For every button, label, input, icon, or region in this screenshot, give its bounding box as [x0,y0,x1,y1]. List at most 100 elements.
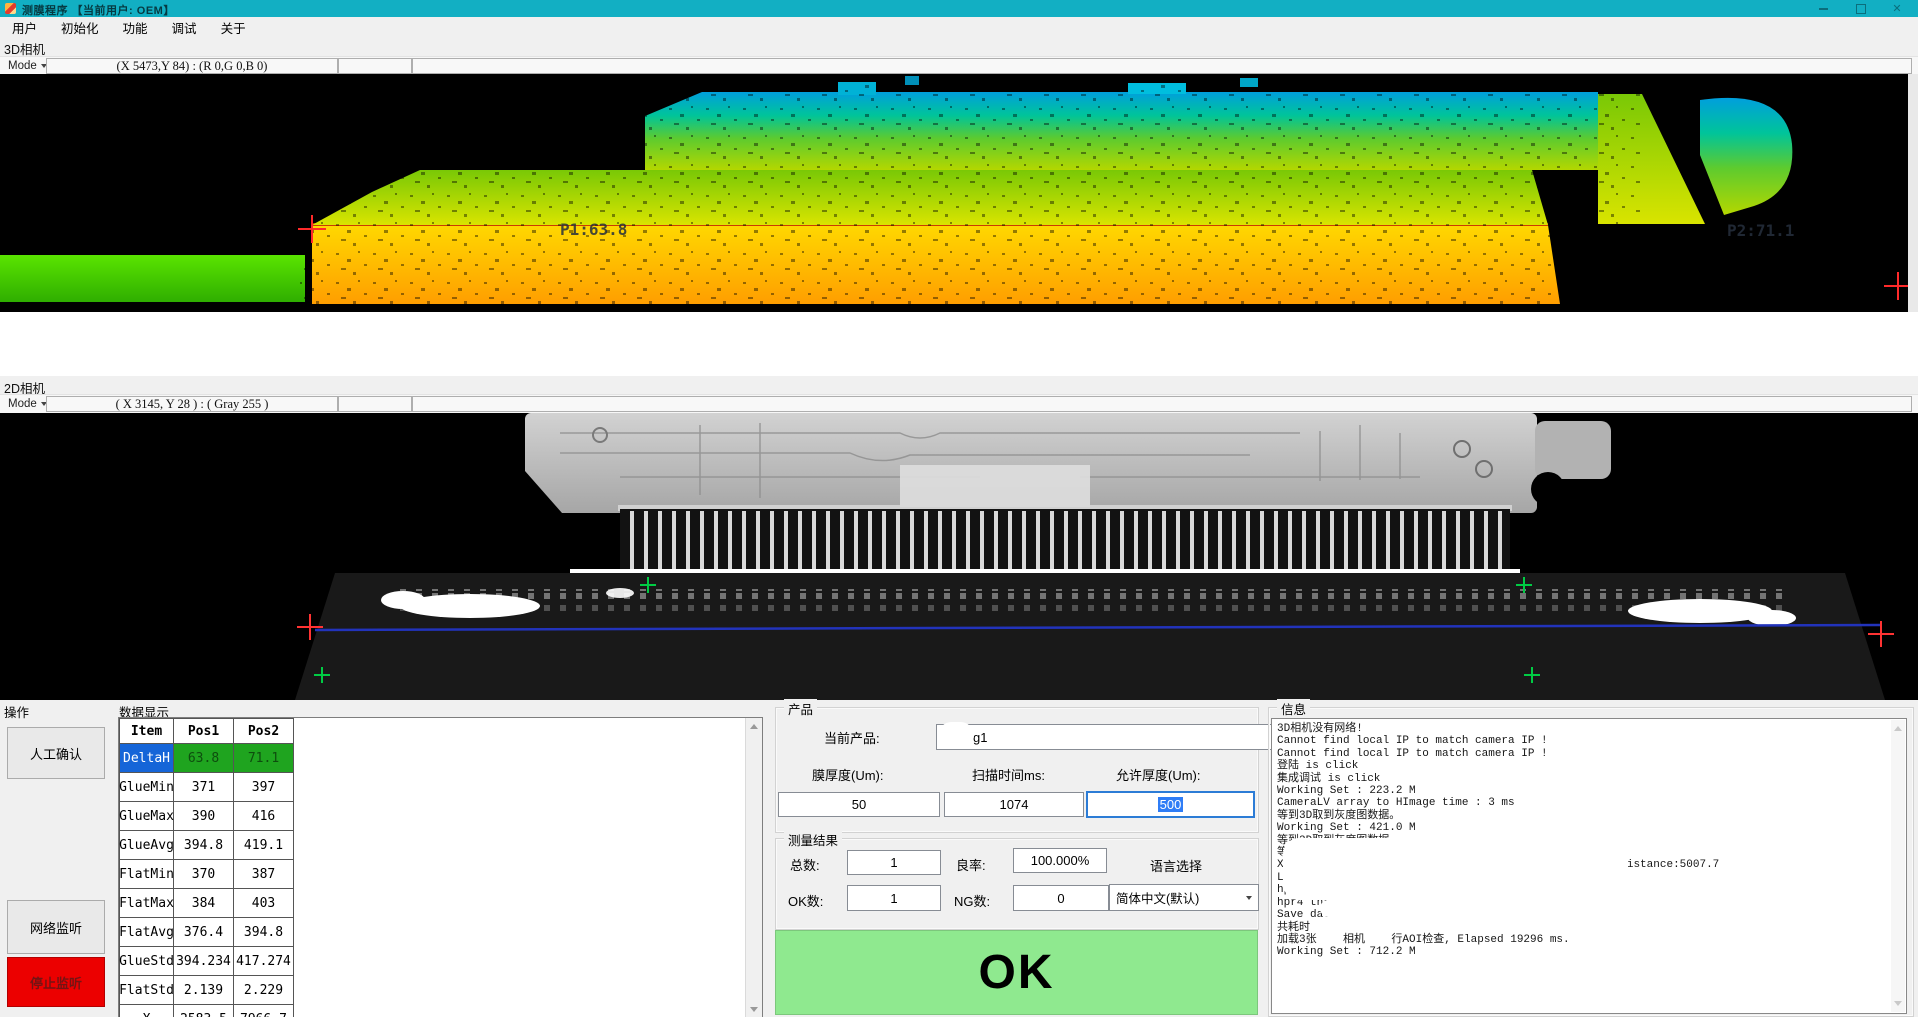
log-line: Working Set : 421.0 M [1277,822,1901,834]
camera2d-mode-button[interactable]: Mode [3,396,52,412]
total-field[interactable]: 1 [847,850,941,875]
mode-button-label: Mode [8,398,37,410]
table-row[interactable]: FlatMax 384 403 [120,889,294,918]
manual-confirm-button[interactable]: 人工确认 [7,727,105,779]
cell-item: X [120,1005,174,1017]
cell-item: GlueMax [120,802,174,831]
log-line: 加载3张 相机 行AOI检查, Elapsed 19296 ms. [1277,934,1901,946]
cell-pos1: 394.8 [174,831,234,860]
current-product-field[interactable]: g1 [936,724,1292,750]
cell-pos1: 384 [174,889,234,918]
cell-pos2: 71.1 [234,744,294,773]
allow-thickness-field[interactable]: 500 [1086,791,1255,818]
log-line: Working Set : 223.2 M [1277,785,1901,797]
log-line: Cannot find local IP to match camera IP … [1277,748,1901,760]
menu-function[interactable]: 功能 [111,17,160,38]
cell-pos2: 397 [234,773,294,802]
table-row[interactable]: FlatStd 2.139 2.229 [120,976,294,1005]
mode-button-label: Mode [8,60,37,72]
yield-field[interactable]: 100.000% [1013,848,1107,873]
cell-pos1: 371 [174,773,234,802]
cell-pos2: 394.8 [234,918,294,947]
cell-pos2: 387 [234,860,294,889]
camera2d-image [0,413,1918,700]
ok-count-label: OK数: [788,891,823,910]
app-icon [5,3,16,14]
ng-count-field[interactable]: 0 [1013,885,1109,911]
cell-item: GlueMin [120,773,174,802]
camera3d-viewport[interactable]: P1:63.8 P2:71.1 [0,74,1918,312]
scroll-down-icon [750,1007,758,1012]
table-row[interactable]: FlatAvg 376.4 394.8 [120,918,294,947]
menu-user[interactable]: 用户 [0,17,49,38]
stop-listen-button[interactable]: 停止监听 [7,957,105,1007]
results-group-label: 测量结果 [784,830,842,849]
redaction-blob [1283,838,1628,900]
cell-pos2: 2.229 [234,976,294,1005]
table-row[interactable]: X 2583.5 7966.7 [120,1005,294,1017]
cell-item: FlatStd [120,976,174,1005]
log-line: 登陆 is click [1277,760,1901,772]
log-line: 集成调试 is click [1277,773,1901,785]
table-header-row: Item Pos1 Pos2 [120,719,294,744]
current-product-label: 当前产品: [824,728,880,747]
network-listen-button[interactable]: 网络监听 [7,900,105,954]
table-scrollbar[interactable] [745,718,762,1017]
menu-debug[interactable]: 调试 [160,17,209,38]
results-group: 测量结果 总数: 1 良率: 100.000% 语言选择 OK数: 1 NG数:… [775,838,1259,930]
table-row[interactable]: GlueMin 371 397 [120,773,294,802]
camera2d-viewport[interactable] [0,413,1918,700]
product-group-label: 产品 [784,699,817,718]
scroll-up-icon [750,724,758,729]
close-icon: ✕ [1892,2,1901,15]
maximize-icon [1856,4,1866,14]
cell-pos2: 417.274 [234,947,294,976]
language-select[interactable]: 简体中文(默认) [1109,884,1259,911]
chevron-down-icon [1246,896,1252,900]
camera3d-mode-button[interactable]: Mode [3,58,52,74]
camera3d-status: (X 5473,Y 84) : (R 0,G 0,B 0) [46,58,338,74]
p1-measure-label: P1:63.8 [560,220,627,239]
cell-item: FlatAvg [120,918,174,947]
log-line: Working Set : 712.2 M [1277,946,1901,958]
camera3d-status-seg2 [338,58,412,74]
ok-count-field[interactable]: 1 [847,885,941,911]
product-group: 产品 当前产品: g1 膜厚度(Um): 扫描时间ms: 允许厚度(Um): 5… [775,707,1259,833]
camera3d-image: P1:63.8 P2:71.1 [0,74,1918,312]
menu-bar: 用户 初始化 功能 调试 关于 [0,17,1918,38]
title-bar: 测膜程序 【当前用户: OEM】 ✕ [0,0,1918,17]
cell-pos1: 63.8 [174,744,234,773]
cell-pos1: 390 [174,802,234,831]
cell-pos1: 376.4 [174,918,234,947]
log-scrollbar[interactable] [1891,720,1905,1012]
table-row[interactable]: DeltaH 63.8 71.1 [120,744,294,773]
status-result-box: OK [775,930,1258,1015]
minimize-button[interactable] [1806,0,1840,17]
table-row[interactable]: FlatMin 370 387 [120,860,294,889]
camera2d-status-seg3 [412,396,1912,412]
data-table: Item Pos1 Pos2 DeltaH 63.8 71.1 GlueMin … [118,717,763,1017]
table-row[interactable]: GlueAvg 394.8 419.1 [120,831,294,860]
app-window: 测膜程序 【当前用户: OEM】 ✕ 用户 初始化 功能 调试 关于 3D相机 … [0,0,1918,1017]
minimize-icon [1819,8,1828,10]
maximize-button[interactable] [1844,0,1878,17]
menu-init[interactable]: 初始化 [49,17,111,38]
col-pos2: Pos2 [234,719,294,744]
menu-about[interactable]: 关于 [209,17,258,38]
scan-time-field[interactable]: 1074 [944,792,1084,817]
yield-label: 良率: [956,855,986,874]
operation-label: 操作 [4,702,29,721]
table-row[interactable]: GlueMax 390 416 [120,802,294,831]
close-button[interactable]: ✕ [1880,0,1914,17]
language-label: 语言选择 [1150,856,1202,875]
allow-thickness-label: 允许厚度(Um): [1116,765,1201,784]
film-thickness-field[interactable]: 50 [778,792,940,817]
camera2d-status-seg2 [338,396,412,412]
log-line: 共耗时 [1277,922,1901,934]
selected-text: 500 [1158,797,1184,812]
log-line: Cannot find local IP to match camera IP … [1277,735,1901,747]
cell-pos1: 2.139 [174,976,234,1005]
total-label: 总数: [790,855,820,874]
table-row[interactable]: GlueStd 394.234 417.274 [120,947,294,976]
col-pos1: Pos1 [174,719,234,744]
